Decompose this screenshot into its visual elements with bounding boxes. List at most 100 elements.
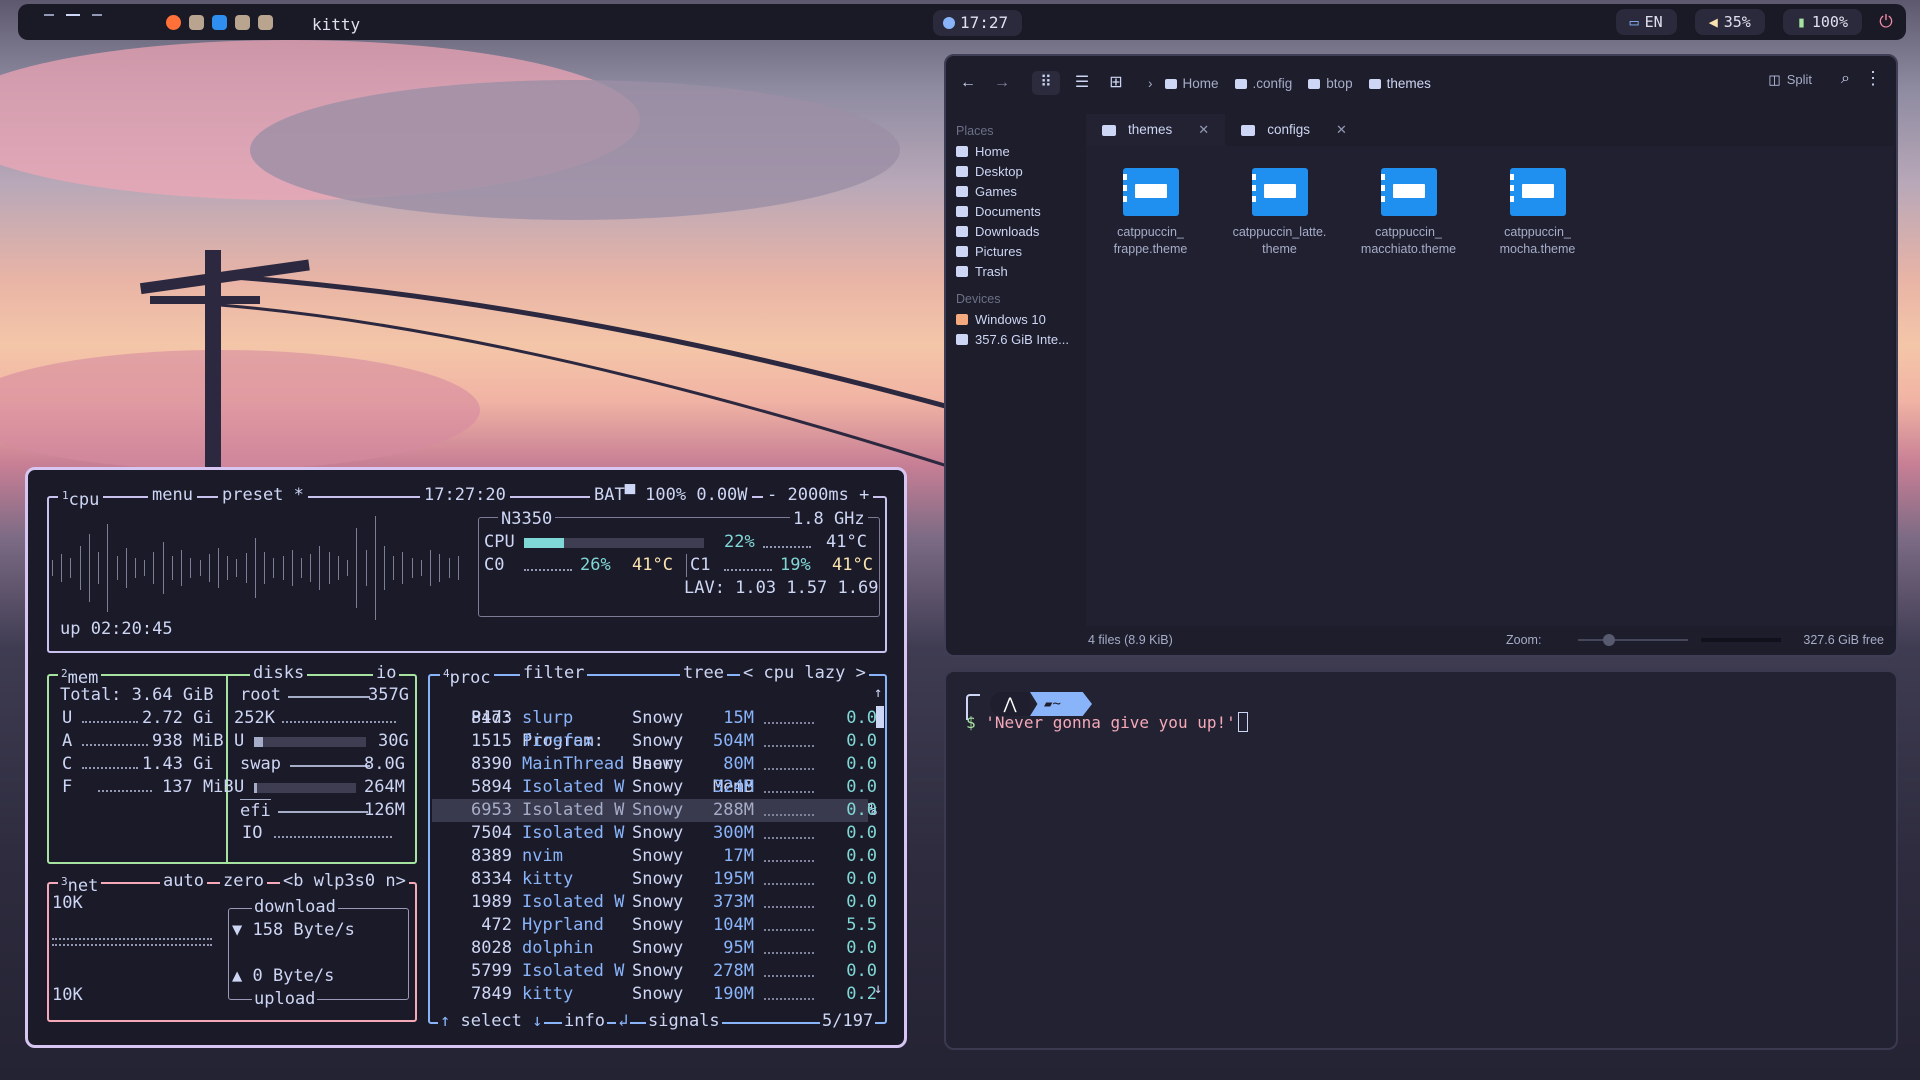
table-row[interactable]: 8389 nvim Snowy 17M 0.0 [432,845,877,868]
kitty-icon[interactable] [258,15,273,30]
net-auto-toggle[interactable]: auto [160,870,207,893]
table-row[interactable]: 472 Hyprland Snowy 104M 5.5 [432,914,877,937]
workspace-dot-active[interactable] [66,14,80,16]
battery-indicator[interactable]: ▮ 100% [1782,9,1862,35]
workspace-indicators[interactable] [44,14,102,16]
close-icon[interactable]: ✕ [1198,114,1209,146]
language-indicator[interactable]: ▭ EN [1615,9,1677,35]
tree-view-icon[interactable]: ⊞ [1104,71,1128,95]
update-interval[interactable]: - 2000ms + [763,484,874,507]
zoom-slider-handle[interactable] [1602,634,1615,646]
cpu-graph-bar [144,560,146,576]
scroll-up-icon[interactable]: ↑ [874,682,882,705]
place-item-documents[interactable]: Documents [956,202,1074,222]
split-button[interactable]: ◫ Split [1768,72,1812,88]
back-arrow-icon[interactable]: ← [956,71,980,95]
file-item[interactable]: catppuccin_latte. theme [1215,164,1344,258]
power-icon[interactable]: ⏻ [1866,4,1906,40]
volume-label: 35% [1723,13,1751,31]
place-item-downloads[interactable]: Downloads [956,222,1074,242]
process-cpu-sparkline [764,860,814,862]
tab-configs[interactable]: configs ✕ [1225,114,1363,146]
chevron-right-icon: › [1148,75,1153,91]
process-cpu: 0.0 [846,846,877,866]
places-panel: Places Home Desktop Games Documents Down… [946,110,1074,655]
command-line[interactable]: $ 'Never gonna give you up!' [966,712,1248,732]
table-row[interactable]: 8390 MainThread Snowy 80M 0.0 [432,753,877,776]
menu-button[interactable]: menu [148,484,197,507]
cpu-graph-bar [430,550,432,586]
terminal-window[interactable]: ⋀ ▰~ $ 'Never gonna give you up!' [944,670,1898,1050]
breadcrumb-label: Home [1182,75,1219,91]
cpu-total-temp: 41°C [826,532,867,552]
proc-filter[interactable]: filter [520,662,588,685]
icon-view-icon[interactable]: ⠿ [1032,71,1060,95]
place-item-pictures[interactable]: Pictures [956,242,1074,262]
cpu-model: N3350 [498,508,556,531]
list-view-icon[interactable]: ☰ [1070,71,1094,95]
table-row[interactable]: 8473 slurp Snowy 15M 0.0 [432,707,877,730]
menu-kebab-icon[interactable]: ⋮ [1864,68,1882,89]
forward-arrow-icon[interactable]: → [990,71,1014,95]
zoom-slider[interactable] [1578,634,1688,646]
breadcrumb-item[interactable]: Home [1164,75,1219,91]
kitty-icon[interactable] [189,15,204,30]
proc-info-control[interactable]: info [562,1010,607,1033]
clock[interactable]: 17:27 [933,10,1023,36]
net-interface-selector[interactable]: <b wlp3s0 n> [280,870,409,893]
process-mem: 95M [723,938,754,958]
btop-window[interactable]: 1cpu menu preset * 17:27:20 BAT▀ 100% 0.… [25,467,907,1048]
place-item-desktop[interactable]: Desktop [956,162,1074,182]
tab-themes[interactable]: themes ✕ [1086,114,1226,146]
active-window-title: kitty [312,15,361,34]
place-item-games[interactable]: Games [956,182,1074,202]
file-item[interactable]: catppuccin_ mocha.theme [1473,164,1602,258]
proc-select-control[interactable]: ↑ select ↓ [438,1010,545,1033]
place-item-trash[interactable]: Trash [956,262,1074,282]
file-view[interactable]: catppuccin_ frappe.theme catppuccin_latte… [1086,146,1894,626]
io-toggle[interactable]: io [373,662,400,685]
file-item[interactable]: catppuccin_ macchiato.theme [1344,164,1473,258]
breadcrumb-item[interactable]: btop [1308,76,1353,91]
proc-signals-control[interactable]: signals [646,1010,722,1033]
preset-button[interactable]: preset * [218,484,308,507]
table-row[interactable]: 8334 kitty Snowy 195M 0.0 [432,868,877,891]
dolphin-icon[interactable] [212,15,227,30]
volume-indicator[interactable]: ◀ 35% [1694,9,1765,35]
device-item-internal[interactable]: 357.6 GiB Inte... [956,330,1074,350]
process-program: Isolated W [522,800,625,820]
place-item-home[interactable]: Home [956,142,1074,162]
kitty-icon[interactable] [235,15,250,30]
disk-root-used: 252K [234,708,275,728]
breadcrumb-item[interactable]: themes [1368,76,1431,91]
core1-label: C1 [686,554,710,577]
disk-io-graph [274,836,392,838]
breadcrumb-item[interactable]: .config [1234,76,1292,91]
cpu-graph-bar [328,552,330,584]
table-row[interactable]: 5799 Isolated W Snowy 278M 0.0 [432,960,877,983]
table-row[interactable]: 1989 Isolated W Snowy 373M 0.0 [432,891,877,914]
table-row[interactable]: 1515 firefox Snowy 504M 0.0 [432,730,877,753]
table-row[interactable]: 8028 dolphin Snowy 95M 0.0 [432,937,877,960]
scroll-down-icon[interactable]: ↓ [874,978,882,1001]
workspace-dot[interactable] [92,14,102,16]
table-row[interactable]: 5894 Isolated W Snowy 324M 0.0 [432,776,877,799]
firefox-icon[interactable] [166,15,181,30]
close-icon[interactable]: ✕ [1336,114,1347,146]
mem-disk-divider [226,676,228,862]
net-zero-toggle[interactable]: zero [220,870,267,893]
table-row[interactable]: 7504 Isolated W Snowy 300M 0.0 [432,822,877,845]
disk-root-usage-bar [254,737,366,747]
proc-scrollbar[interactable] [876,706,884,728]
proc-tree-toggle[interactable]: tree [680,662,727,685]
file-item[interactable]: catppuccin_ frappe.theme [1086,164,1215,258]
workspace-dot[interactable] [44,14,54,16]
cpu-graph-bar [181,550,183,586]
table-row[interactable]: 6953 Isolated W Snowy 288M 0.0 [432,799,877,822]
proc-sort-selector[interactable]: < cpu lazy > [740,662,869,685]
file-manager-toolbar: ← → ⠿ ☰ ⊞ › Home .config btop themes [946,56,1896,110]
device-item-windows[interactable]: Windows 10 [956,310,1074,330]
search-icon[interactable]: ⌕ [1841,70,1850,88]
table-row[interactable]: 7849 kitty Snowy 190M 0.2 [432,983,877,1006]
process-mem: 278M [713,961,754,981]
